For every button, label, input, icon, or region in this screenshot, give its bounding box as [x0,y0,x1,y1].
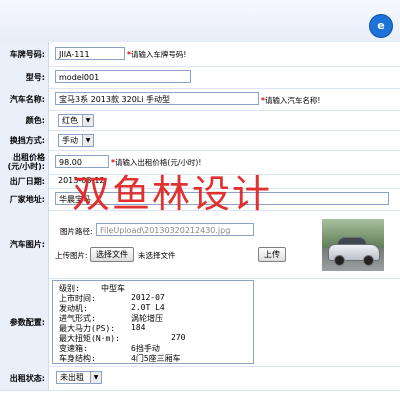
chevron-down-icon: ▼ [82,135,93,146]
name-hint: *请输入汽车名称! [261,96,321,105]
model-input[interactable]: model001 [55,70,191,83]
spec-key: 车身结构: [59,354,96,363]
watermark: 双鱼林设计 [72,172,273,216]
chevron-down-icon: ▼ [90,372,101,383]
row-status: 出租状态: 未出租 ▼ [0,366,400,391]
date-label: 出厂日期: [0,174,49,188]
photo-path-label: 图片路径: [60,227,93,236]
name-label: 汽车名称: [0,88,49,110]
upload-button[interactable]: 上传 [258,247,286,262]
spec-value: 2012-07 [131,293,165,302]
status-select[interactable]: 未出租 ▼ [56,371,102,384]
specs-label: 参数配置: [0,278,49,366]
row-model: 型号: model001 [0,66,400,89]
color-select[interactable]: 红色 ▼ [58,114,94,127]
row-name: 汽车名称: 宝马3系 2013款 320Li 手动型 *请输入汽车名称! [0,88,400,111]
photo-path-input[interactable]: FileUpload\20130320212430.jpg [96,223,254,236]
row-specs: 参数配置: 级别: 中型车 上市时间: 2012-07 发动机: 2.0T L4… [0,278,400,367]
row-color: 颜色: 红色 ▼ [0,110,400,131]
gear-label: 换挡方式: [0,130,49,150]
spec-value: 184 [131,323,146,332]
maker-label: 厂家地址: [0,188,49,210]
chevron-down-icon: ▼ [82,115,93,126]
row-plate: 车牌号码: JIIA-111 *请输入车牌号码! [0,42,400,67]
no-file-text: 未选择文件 [138,251,176,260]
spec-value: 270 [171,333,186,342]
plate-label: 车牌号码: [0,42,49,66]
photo-label: 汽车图片: [0,210,49,278]
row-gear: 换挡方式: 手动 ▼ [0,130,400,151]
spec-value: 4门5座三厢车 [131,354,181,363]
row-photo: 汽车图片: 图片路径: FileUpload\20130320212430.jp… [0,210,400,279]
specs-textarea[interactable]: 级别: 中型车 上市时间: 2012-07 发动机: 2.0T L4 进气形式:… [52,280,254,364]
model-label: 型号: [0,66,49,88]
spec-value: 中型车 [101,284,125,293]
name-input[interactable]: 宝马3系 2013款 320Li 手动型 [55,92,259,105]
gear-select[interactable]: 手动 ▼ [58,134,94,147]
status-label: 出租状态: [0,366,49,390]
top-banner: e [0,0,400,42]
color-label: 颜色: [0,110,49,130]
upload-label: 上传图片: [55,251,88,260]
price-label: 出租价格(元/小时): [0,150,49,174]
spec-value: 2.0T L4 [131,303,165,312]
logo-icon: e [369,14,393,38]
car-photo [322,219,384,271]
plate-hint: *请输入车牌号码! [127,50,187,59]
choose-file-button[interactable]: 选择文件 [90,247,134,262]
plate-input[interactable]: JIIA-111 [55,47,125,60]
